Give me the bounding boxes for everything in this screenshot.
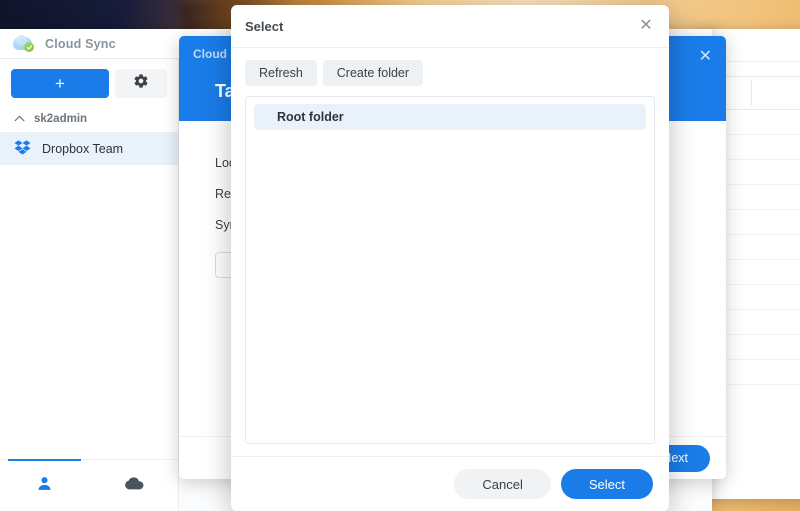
close-icon[interactable]: ✕ bbox=[637, 17, 655, 35]
plus-icon: + bbox=[55, 74, 65, 93]
dialog-footer: Cancel Select bbox=[231, 456, 669, 511]
tab-cloud[interactable] bbox=[89, 460, 178, 511]
tab-accounts[interactable] bbox=[0, 459, 89, 511]
gear-icon bbox=[133, 73, 149, 94]
sidebar-item-dropbox-team[interactable]: Dropbox Team bbox=[0, 132, 178, 165]
add-connection-button[interactable]: + bbox=[11, 69, 109, 98]
create-folder-button[interactable]: Create folder bbox=[322, 60, 424, 86]
cloud-sync-logo-icon bbox=[13, 35, 34, 52]
sidebar-footer-tabs bbox=[0, 459, 178, 511]
user-icon bbox=[36, 475, 53, 497]
folder-list[interactable]: Root folder bbox=[245, 96, 655, 444]
select-folder-dialog[interactable]: Select ✕ Refresh Create folder Root fold… bbox=[231, 5, 669, 511]
cancel-button[interactable]: Cancel bbox=[454, 469, 551, 499]
page-title: Cloud Sync bbox=[45, 36, 116, 51]
settings-button[interactable] bbox=[115, 69, 167, 98]
chevron-up-icon bbox=[14, 113, 25, 125]
select-button[interactable]: Select bbox=[560, 469, 653, 499]
sidebar: + sk2admin Dropbox Team bbox=[0, 59, 179, 511]
refresh-button[interactable]: Refresh bbox=[245, 60, 317, 86]
dialog-header: Select ✕ bbox=[231, 5, 669, 48]
close-icon[interactable]: ✕ bbox=[699, 49, 712, 65]
sidebar-group-label: sk2admin bbox=[34, 113, 88, 125]
sidebar-group-sk2admin[interactable]: sk2admin bbox=[0, 104, 178, 132]
cloud-icon bbox=[124, 476, 144, 496]
desktop-screen: ✕ Cloud Sync bbox=[0, 0, 800, 511]
dropbox-icon bbox=[14, 139, 31, 158]
sidebar-item-label: Dropbox Team bbox=[42, 141, 124, 156]
sidebar-toolbar: + bbox=[0, 59, 178, 104]
dialog-toolbar: Refresh Create folder bbox=[231, 48, 669, 96]
list-item[interactable]: Root folder bbox=[254, 104, 646, 130]
dialog-title: Select bbox=[245, 18, 284, 34]
